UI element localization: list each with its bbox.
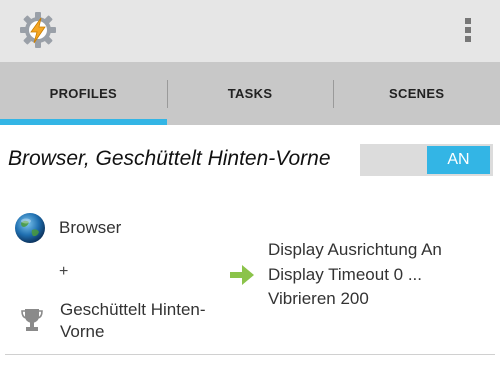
divider	[5, 354, 495, 355]
tab-tasks-label: TASKS	[227, 86, 273, 101]
toggle-on-label: AN	[427, 146, 490, 174]
overflow-menu-icon[interactable]	[462, 18, 474, 46]
task-item: Vibrieren 200	[268, 289, 369, 308]
task-list[interactable]: Display Ausrichtung An Display Timeout 0…	[268, 238, 442, 312]
tab-profiles-label: PROFILES	[49, 86, 118, 101]
context-browser-label[interactable]: Browser	[59, 217, 121, 239]
action-bar	[0, 0, 500, 62]
arrow-right-icon	[230, 265, 254, 285]
tab-bar: PROFILES TASKS SCENES	[0, 62, 500, 125]
task-item: Display Ausrichtung An	[268, 240, 442, 259]
tab-profiles[interactable]: PROFILES	[0, 62, 167, 125]
tasker-app-icon[interactable]	[18, 10, 58, 50]
profile-toggle[interactable]: AN	[360, 144, 493, 176]
tab-scenes-label: SCENES	[389, 86, 445, 101]
context-shake-label[interactable]: Geschüttelt Hinten-Vorne	[60, 299, 240, 343]
context-joiner: +	[59, 263, 69, 280]
trophy-icon	[21, 309, 43, 331]
task-item: Display Timeout 0 ...	[268, 264, 423, 284]
tab-tasks[interactable]: TASKS	[166, 62, 334, 125]
profile-name[interactable]: Browser, Geschüttelt Hinten-Vorne	[8, 147, 331, 171]
tab-scenes[interactable]: SCENES	[333, 62, 500, 125]
globe-icon	[15, 213, 45, 243]
